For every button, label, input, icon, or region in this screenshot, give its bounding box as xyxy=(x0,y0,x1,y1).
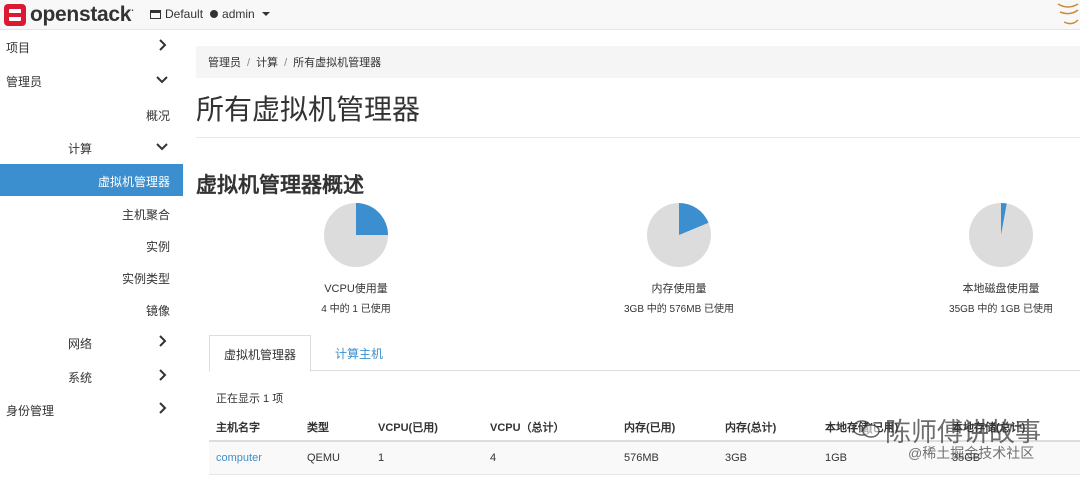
memory-usage-label: 内存使用量 xyxy=(651,283,707,295)
disk-usage-sub: 35GB 中的 1GB 已使用 xyxy=(949,304,1053,315)
breadcrumb-item-compute[interactable]: 计算 xyxy=(256,57,278,69)
watermark-site: @稀土掘金技术社区 xyxy=(908,445,1035,461)
vcpu-usage-sub: 4 中的 1 已使用 xyxy=(321,304,391,315)
sidebar-item-admin[interactable]: 管理员 xyxy=(0,64,183,96)
memory-usage-sub: 3GB 中的 576MB 已使用 xyxy=(623,304,735,315)
column-header-memory-total[interactable]: 内存(总计) xyxy=(718,413,818,442)
page-title: 所有虚拟机管理器 xyxy=(196,94,421,125)
openstack-logo-icon xyxy=(4,4,26,26)
logo-text: openstack. xyxy=(30,3,134,26)
host-link[interactable]: computer xyxy=(216,452,262,464)
cell-memory-used: 576MB xyxy=(617,441,718,475)
chevron-right-icon xyxy=(155,38,169,52)
caret-down-icon xyxy=(261,12,270,16)
sidebar-item-flavors[interactable]: 实例类型 xyxy=(0,261,183,293)
vcpu-usage-label: VCPU使用量 xyxy=(324,283,388,295)
column-header-vcpu-used[interactable]: VCPU(已用) xyxy=(371,413,483,442)
breadcrumb: 管理员 / 计算 / 所有虚拟机管理器 xyxy=(196,46,1080,78)
breadcrumb-item-current: 所有虚拟机管理器 xyxy=(293,57,382,69)
vcpu-usage-pie xyxy=(324,203,388,267)
pie-used-slice xyxy=(356,203,388,235)
cell-vcpu-used: 1 xyxy=(371,441,483,475)
openstack-logo[interactable]: openstack. xyxy=(4,3,134,27)
sidebar-item-compute[interactable]: 计算 xyxy=(0,131,183,163)
column-header-memory-used[interactable]: 内存(已用) xyxy=(617,413,718,442)
project-label: admin xyxy=(222,7,255,21)
chevron-down-icon xyxy=(155,139,169,153)
project-switcher[interactable]: Default admin xyxy=(150,7,270,21)
project-dot-icon xyxy=(210,10,219,18)
tab-bar: 虚拟机管理器 计算主机 xyxy=(209,335,1080,372)
column-header-type[interactable]: 类型 xyxy=(300,413,371,442)
cell-vcpu-total: 4 xyxy=(483,441,617,475)
tab-compute-hosts[interactable]: 计算主机 xyxy=(321,335,397,371)
tab-hypervisors[interactable]: 虚拟机管理器 xyxy=(209,335,312,372)
item-count-text: 正在显示 1 项 xyxy=(216,393,284,405)
cell-memory-total: 3GB xyxy=(718,441,818,475)
top-navbar: openstack. Default admin xyxy=(0,0,1080,30)
cell-type: QEMU xyxy=(300,441,371,475)
disk-usage-pie xyxy=(969,203,1033,267)
cell-hostname: computer xyxy=(209,441,300,475)
sidebar-item-images[interactable]: 镜像 xyxy=(0,293,183,325)
wechat-watermark-icon xyxy=(852,420,880,438)
sidebar-item-identity[interactable]: 身份管理 xyxy=(0,393,183,425)
chevron-right-icon xyxy=(155,334,169,348)
domain-icon xyxy=(150,9,161,19)
divider xyxy=(196,137,1080,138)
disk-usage-label: 本地磁盘使用量 xyxy=(962,283,1040,295)
chevron-right-icon xyxy=(155,368,169,382)
chevron-down-icon xyxy=(155,72,169,86)
main-content: 管理员 / 计算 / 所有虚拟机管理器 所有虚拟机管理器 虚拟机管理器概述 VCPU使用… xyxy=(196,30,1080,478)
sidebar-item-instances[interactable]: 实例 xyxy=(0,229,183,261)
breadcrumb-item-admin[interactable]: 管理员 xyxy=(208,57,241,69)
sidebar-item-system[interactable]: 系统 xyxy=(0,360,183,392)
sidebar-item-network[interactable]: 网络 xyxy=(0,326,183,358)
sidebar-item-project[interactable]: 项目 xyxy=(0,30,183,62)
memory-usage-pie xyxy=(647,203,711,267)
domain-label: Default xyxy=(165,7,204,21)
chevron-right-icon xyxy=(155,401,169,415)
column-header-vcpu-total[interactable]: VCPU（总计） xyxy=(483,413,617,442)
column-header-hostname[interactable]: 主机名字 xyxy=(209,413,300,442)
sidebar-item-host-aggregates[interactable]: 主机聚合 xyxy=(0,197,183,229)
sidebar-item-hypervisors[interactable]: 虚拟机管理器 xyxy=(0,164,183,196)
section-title: 虚拟机管理器概述 xyxy=(196,174,364,197)
sidebar: 项目 管理员 概况 计算 虚拟机管理器 主机聚合 实例 实例类型 镜像 网络 系… xyxy=(0,30,183,478)
sidebar-item-overview[interactable]: 概况 xyxy=(0,98,183,130)
